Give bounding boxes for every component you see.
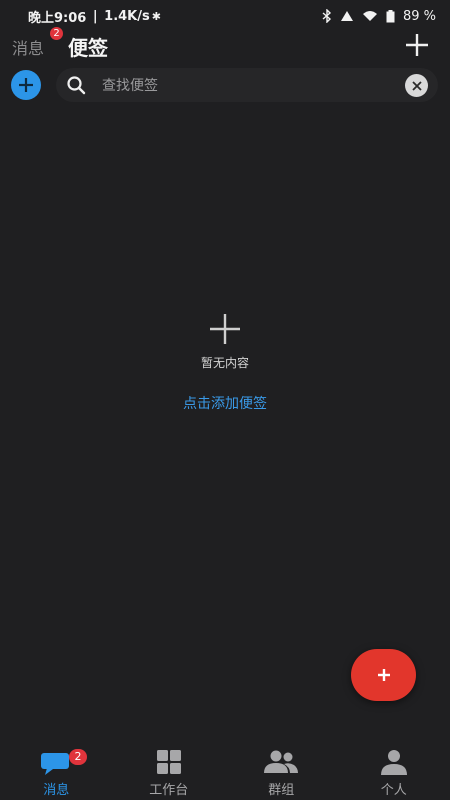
search-input[interactable]: [100, 68, 394, 104]
signal-icon: [340, 11, 353, 21]
bottom-nav: 2 消息 工作台 群组 个人: [0, 740, 450, 800]
plus-icon: [377, 669, 390, 681]
empty-state: 暂无内容 点击添加便签: [0, 312, 450, 413]
wifi-icon: [362, 11, 377, 21]
messages-badge: 2: [50, 27, 63, 40]
search-row: [0, 68, 450, 104]
nav-item-groups[interactable]: 群组: [225, 740, 338, 800]
group-icon: [264, 750, 299, 773]
person-icon: [380, 750, 407, 775]
close-glyph: [411, 80, 422, 91]
grid-icon: [156, 750, 181, 774]
close-icon[interactable]: [405, 74, 428, 97]
status-speed: 1.4K/s: [104, 8, 150, 24]
battery-icon: [386, 9, 395, 22]
nav-label-workbench: 工作台: [149, 783, 189, 798]
notification-icon: ✱: [151, 9, 161, 23]
nav-item-workbench[interactable]: 工作台: [113, 740, 226, 800]
nav-label-profile: 个人: [380, 783, 407, 798]
add-circle-button[interactable]: [11, 70, 41, 100]
tab-messages[interactable]: 消息: [12, 35, 44, 59]
status-bar: 晚上9:06 | 1.4K/s ✱ 89 %: [0, 0, 450, 32]
header: 消息 2 便签: [0, 27, 450, 64]
search-icon: [67, 76, 86, 95]
add-note-link[interactable]: 点击添加便签: [183, 393, 267, 413]
status-right: 89 %: [322, 9, 436, 24]
fab-add-button[interactable]: [351, 649, 416, 701]
nav-item-profile[interactable]: 个人: [338, 740, 450, 800]
nav-label-groups: 群组: [268, 783, 295, 798]
plus-icon: [19, 78, 33, 92]
nav-item-messages[interactable]: 2 消息: [0, 740, 113, 800]
status-time: 晚上9:06: [28, 10, 87, 26]
plus-icon[interactable]: [404, 32, 430, 58]
plus-icon: [210, 314, 240, 344]
chat-bubble-icon: [41, 753, 70, 775]
status-separator: |: [88, 8, 103, 24]
status-left: 晚上9:06 | 1.4K/s ✱: [28, 7, 161, 26]
nav-messages-badge: 2: [69, 749, 87, 765]
empty-text: 暂无内容: [200, 356, 249, 370]
battery-percent: 89 %: [402, 8, 436, 24]
page-title: 便签: [68, 36, 108, 60]
bluetooth-icon: [322, 9, 331, 23]
nav-label-messages: 消息: [43, 783, 70, 798]
search-box[interactable]: [56, 68, 438, 104]
